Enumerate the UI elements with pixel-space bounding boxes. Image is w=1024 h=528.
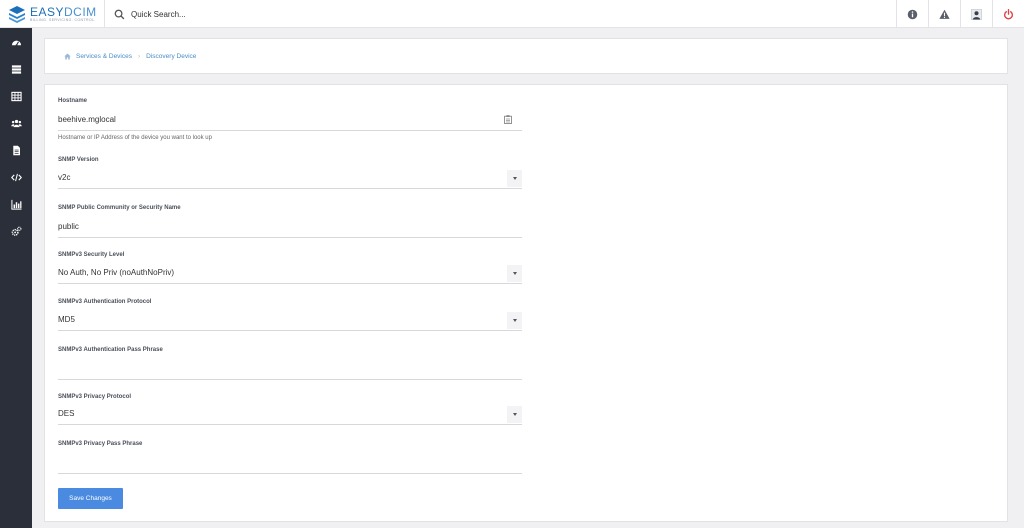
security-level-label: SNMPv3 Security Level <box>58 252 125 258</box>
breadcrumb-link-services[interactable]: Services & Devices <box>76 53 132 60</box>
hostname-input[interactable]: beehive.mglocal <box>58 111 522 131</box>
priv-protocol-value: DES <box>58 409 75 418</box>
auth-protocol-value: MD5 <box>58 315 75 324</box>
chevron-down-icon[interactable] <box>507 312 522 329</box>
hostname-help-text: Hostname or IP Address of the device you… <box>58 135 212 141</box>
logout-button[interactable] <box>992 0 1024 28</box>
warning-icon <box>939 9 950 19</box>
document-icon <box>12 145 20 155</box>
sidebar-item-tables[interactable] <box>0 86 32 106</box>
hostname-field: Hostname beehive.mglocal Hostname or IP … <box>58 98 522 141</box>
breadcrumb-current[interactable]: Discovery Device <box>146 53 196 60</box>
chevron-down-icon[interactable] <box>507 265 522 282</box>
snmp-version-label: SNMP Version <box>58 157 99 163</box>
hostname-value: beehive.mglocal <box>58 115 116 124</box>
sidebar-item-reports[interactable] <box>0 194 32 214</box>
auth-protocol-field: SNMPv3 Authentication Protocol MD5 <box>58 299 522 331</box>
divider <box>104 0 105 28</box>
breadcrumb-separator: › <box>138 53 141 60</box>
save-button[interactable]: Save Changes <box>58 488 123 509</box>
snmp-community-field: SNMP Public Community or Security Name p… <box>58 205 522 238</box>
security-level-field: SNMPv3 Security Level No Auth, No Priv (… <box>58 252 522 284</box>
security-level-value: No Auth, No Priv (noAuthNoPriv) <box>58 268 175 277</box>
snmp-community-input[interactable]: public <box>58 218 522 238</box>
breadcrumb-panel: Services & Devices › Discovery Device <box>44 38 1008 74</box>
alerts-button[interactable] <box>928 0 960 28</box>
sidebar-item-settings[interactable] <box>0 221 32 241</box>
snmp-version-value: v2c <box>58 173 71 182</box>
table-icon <box>10 91 22 101</box>
search-input[interactable] <box>131 9 311 19</box>
info-button[interactable] <box>896 0 928 28</box>
clipboard-icon[interactable] <box>504 115 512 124</box>
hostname-label: Hostname <box>58 98 88 104</box>
sidebar-item-code[interactable] <box>0 167 32 187</box>
settings-icon <box>11 226 21 236</box>
priv-pass-field: SNMPv3 Privacy Pass Phrase <box>58 441 522 474</box>
code-icon <box>10 173 22 181</box>
brand-name: EASYDCIM <box>30 5 97 19</box>
snmp-community-label: SNMP Public Community or Security Name <box>58 205 181 211</box>
brand-logo[interactable]: EASYDCIM BILLING. SERVICING. CONTROL. <box>8 4 108 24</box>
auth-protocol-select[interactable]: MD5 <box>58 311 522 331</box>
user-icon <box>971 8 982 20</box>
quick-search[interactable] <box>114 7 314 21</box>
bar-chart-icon <box>10 199 22 210</box>
server-list-icon <box>11 64 21 74</box>
discovery-form: Hostname beehive.mglocal Hostname or IP … <box>44 84 1008 522</box>
search-icon <box>114 9 125 19</box>
priv-protocol-label: SNMPv3 Privacy Protocol <box>58 394 132 400</box>
priv-protocol-select[interactable]: DES <box>58 405 522 425</box>
auth-pass-field: SNMPv3 Authentication Pass Phrase <box>58 347 522 380</box>
security-level-select[interactable]: No Auth, No Priv (noAuthNoPriv) <box>58 264 522 284</box>
home-icon[interactable] <box>64 53 71 60</box>
top-bar: EASYDCIM BILLING. SERVICING. CONTROL. <box>0 0 1024 28</box>
dashboard-icon <box>11 40 21 46</box>
auth-pass-label: SNMPv3 Authentication Pass Phrase <box>58 347 163 353</box>
chevron-down-icon[interactable] <box>507 170 522 187</box>
snmp-community-value: public <box>58 222 79 231</box>
sidebar-item-users[interactable] <box>0 113 32 133</box>
priv-pass-input[interactable] <box>58 454 522 474</box>
snmp-version-field: SNMP Version v2c <box>58 157 522 189</box>
priv-pass-label: SNMPv3 Privacy Pass Phrase <box>58 441 143 447</box>
user-menu-button[interactable] <box>960 0 992 28</box>
logo-icon <box>9 6 25 23</box>
sidebar-item-documents[interactable] <box>0 140 32 160</box>
auth-pass-input[interactable] <box>58 360 522 380</box>
brand-tagline: BILLING. SERVICING. CONTROL. <box>30 18 96 22</box>
priv-protocol-field: SNMPv3 Privacy Protocol DES <box>58 394 522 425</box>
users-icon <box>10 119 22 127</box>
breadcrumb: Services & Devices › Discovery Device <box>64 53 196 60</box>
sidebar-item-dashboard[interactable] <box>0 32 32 52</box>
info-icon <box>907 9 918 19</box>
chevron-down-icon[interactable] <box>507 406 522 423</box>
sidebar <box>0 28 32 528</box>
power-icon <box>1003 8 1014 19</box>
auth-protocol-label: SNMPv3 Authentication Protocol <box>58 299 152 305</box>
snmp-version-select[interactable]: v2c <box>58 169 522 189</box>
sidebar-item-servers[interactable] <box>0 59 32 79</box>
